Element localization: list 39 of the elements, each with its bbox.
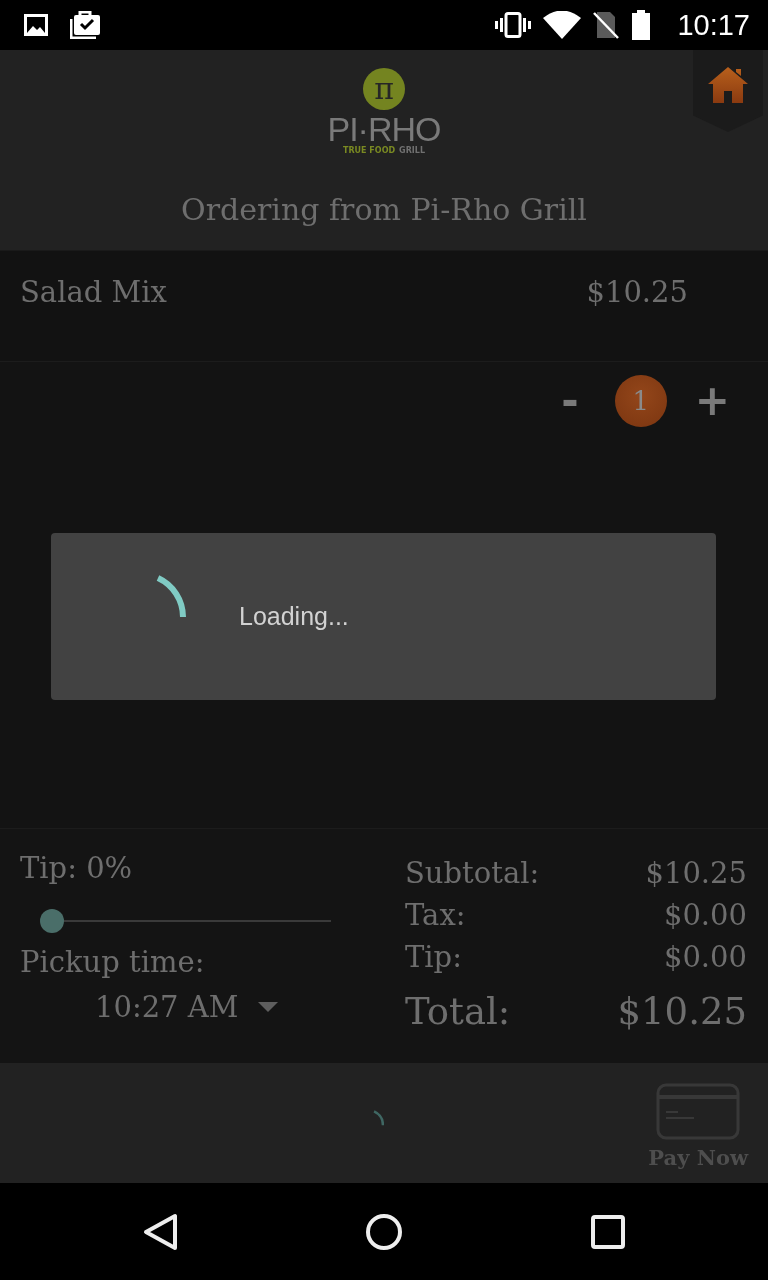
image-icon — [24, 14, 48, 36]
pickup-time-dropdown[interactable]: 10:27 AM — [95, 987, 279, 1027]
increase-button[interactable]: + — [694, 379, 730, 423]
quantity-badge: 1 — [614, 375, 667, 427]
total-label: Total: — [405, 989, 511, 1035]
tip-label: Tip: 0% — [20, 850, 133, 887]
summary-label: Tip: — [405, 939, 462, 976]
briefcase-check-icon — [70, 11, 100, 39]
home-circle-icon — [366, 1213, 402, 1250]
back-icon — [142, 1212, 178, 1251]
logo-mark: π — [363, 68, 405, 110]
spinner-icon — [372, 1110, 384, 1126]
tip-slider-track[interactable] — [40, 909, 331, 933]
summary-label: Subtotal: — [405, 855, 540, 892]
battery-icon — [631, 10, 652, 40]
home-icon — [708, 67, 748, 103]
no-sim-icon — [593, 11, 620, 39]
vibrate-icon — [495, 12, 532, 38]
caret-icon — [258, 1002, 279, 1012]
summary-value: $0.00 — [663, 939, 747, 976]
spinner-icon — [155, 575, 186, 618]
page-title: Ordering from Pi-Rho Grill — [181, 191, 587, 229]
status-time: 10:17 — [677, 8, 750, 42]
logo-tagline: TRUE FOOD — [343, 146, 396, 156]
decrease-button[interactable]: - — [561, 379, 579, 423]
loading-message: Loading... — [239, 602, 349, 631]
summary-label: Tax: — [405, 897, 466, 934]
logo-tagline: GRILL — [399, 146, 425, 156]
wifi-icon — [543, 11, 582, 39]
pickup-label: Pickup time: — [20, 944, 205, 981]
summary-value: $10.25 — [645, 855, 747, 892]
home-button[interactable] — [693, 50, 763, 132]
item-price: $10.25 — [586, 274, 688, 311]
tip-slider-thumb[interactable] — [40, 909, 64, 933]
total-value: $10.25 — [617, 989, 747, 1035]
summary-value: $0.00 — [663, 897, 747, 934]
logo-name: PI·RHO — [327, 112, 441, 146]
recents-square-icon — [591, 1214, 625, 1249]
item-name: Salad Mix — [20, 274, 167, 311]
